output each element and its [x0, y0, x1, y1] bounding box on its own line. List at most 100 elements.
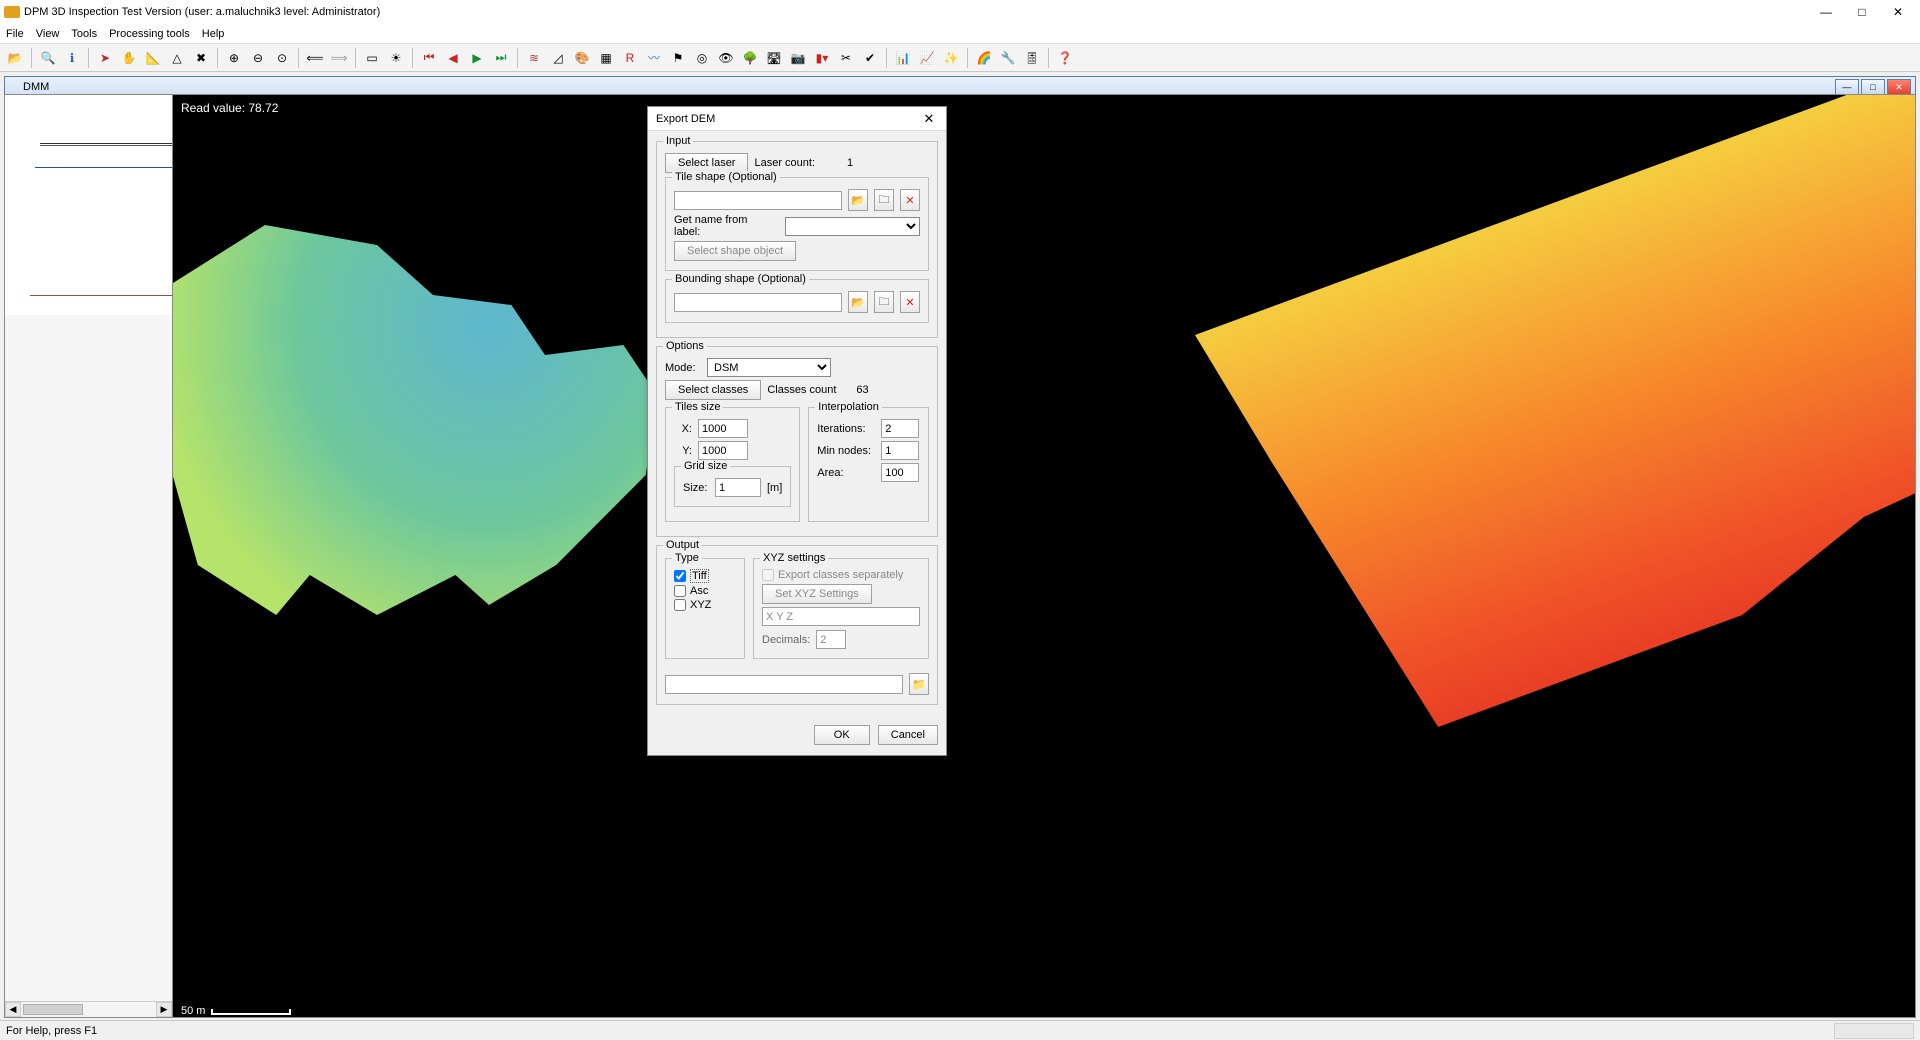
tile-shape-group-title: Tile shape (Optional) — [672, 171, 780, 183]
help-icon[interactable]: ❓ — [1054, 47, 1076, 69]
prev-icon[interactable]: ◀ — [442, 47, 464, 69]
angle-icon[interactable]: △ — [166, 47, 188, 69]
tile-shape-browse-icon[interactable]: 🗀 — [874, 189, 894, 211]
menu-help[interactable]: Help — [202, 28, 225, 40]
tree-icon[interactable]: 🌳 — [739, 47, 761, 69]
wrench-icon[interactable]: 🔧 — [997, 47, 1019, 69]
measure-icon[interactable]: 📐 — [142, 47, 164, 69]
xyz-settings-group-title: XYZ settings — [760, 552, 828, 564]
get-name-select[interactable] — [785, 217, 920, 236]
slope-icon[interactable]: ◿ — [547, 47, 569, 69]
min-nodes-input[interactable] — [881, 441, 919, 460]
bounding-shape-input[interactable] — [674, 293, 842, 312]
wand-icon[interactable]: ✨ — [940, 47, 962, 69]
grid-icon[interactable]: ▦ — [595, 47, 617, 69]
bounding-browse-icon[interactable]: 🗀 — [874, 291, 894, 313]
close-button[interactable]: ✕ — [1880, 2, 1916, 22]
road-icon[interactable]: 🛣 — [763, 47, 785, 69]
dialog-title-text: Export DEM — [656, 113, 715, 125]
iterations-label: Iterations: — [817, 423, 875, 435]
status-help-text: For Help, press F1 — [6, 1025, 97, 1037]
export-classes-checkbox — [762, 569, 774, 581]
subwindow-maximize-button[interactable]: □ — [1861, 79, 1885, 95]
select-classes-button[interactable]: Select classes — [665, 380, 761, 400]
zoom-fit-icon[interactable]: ⊙ — [271, 47, 293, 69]
marker-dropdown-icon[interactable]: ▮▾ — [811, 47, 833, 69]
iterations-input[interactable] — [881, 419, 919, 438]
export-classes-label: Export classes separately — [778, 569, 903, 581]
curve-icon[interactable]: 〰 — [643, 47, 665, 69]
next-icon[interactable]: ▶ — [466, 47, 488, 69]
back-icon[interactable]: ⟸ — [304, 47, 326, 69]
minimize-button[interactable]: — — [1808, 2, 1844, 22]
canvas[interactable]: Read value: 78.72 50 m — [173, 95, 1915, 1017]
type-asc-checkbox[interactable] — [674, 585, 686, 597]
horizontal-scrollbar[interactable]: ◀ ▶ — [5, 1001, 172, 1017]
set-xyz-settings-button[interactable]: Set XYZ Settings — [762, 584, 872, 604]
mode-select[interactable]: DSM — [707, 358, 831, 377]
select-laser-button[interactable]: Select laser — [665, 153, 748, 173]
maximize-button[interactable]: □ — [1844, 2, 1880, 22]
zoom-out-icon[interactable]: ⊖ — [247, 47, 269, 69]
tile-shape-clear-icon[interactable]: ✕ — [900, 189, 920, 211]
bounding-clear-icon[interactable]: ✕ — [900, 291, 920, 313]
scroll-right-icon[interactable]: ▶ — [156, 1002, 172, 1017]
grid-size-input[interactable] — [715, 478, 761, 497]
type-tiff-checkbox[interactable] — [674, 570, 686, 582]
dialog-titlebar: Export DEM ✕ — [648, 107, 946, 131]
profile-icon[interactable]: 📈 — [916, 47, 938, 69]
grid-size-group: Grid size Size: [m] — [674, 466, 791, 507]
input-group-title: Input — [663, 135, 693, 147]
menu-view[interactable]: View — [36, 28, 60, 40]
grid-size-group-title: Grid size — [681, 460, 730, 472]
tiles-y-input[interactable] — [698, 441, 748, 460]
brightness-icon[interactable]: ☀ — [385, 47, 407, 69]
adjust-icon[interactable]: 🎚 — [1021, 47, 1043, 69]
scrollbar-thumb[interactable] — [23, 1004, 83, 1015]
select-rect-icon[interactable]: ▭ — [361, 47, 383, 69]
menu-processing-tools[interactable]: Processing tools — [109, 28, 190, 40]
scissors-icon[interactable]: ✂ — [835, 47, 857, 69]
tile-shape-open-icon[interactable]: 📂 — [848, 189, 868, 211]
type-xyz-checkbox[interactable] — [674, 599, 686, 611]
zoom-in-icon[interactable]: ⊕ — [223, 47, 245, 69]
palette-icon[interactable]: 🎨 — [571, 47, 593, 69]
tile-shape-input[interactable] — [674, 191, 842, 210]
area-input[interactable] — [881, 463, 919, 482]
chart-icon[interactable]: 📊 — [892, 47, 914, 69]
menu-file[interactable]: File — [6, 28, 24, 40]
forward-icon[interactable]: ⟹ — [328, 47, 350, 69]
cross-icon[interactable]: ✖ — [190, 47, 212, 69]
output-group-title: Output — [663, 539, 702, 551]
output-path-input[interactable] — [665, 675, 903, 694]
select-shape-button[interactable]: Select shape object — [674, 241, 796, 261]
zoom-icon[interactable]: 🔍 — [37, 47, 59, 69]
check-icon[interactable]: ✔ — [859, 47, 881, 69]
subwindow-close-button[interactable]: ✕ — [1887, 79, 1911, 95]
menu-tools[interactable]: Tools — [71, 28, 97, 40]
eye-icon[interactable]: 👁 — [715, 47, 737, 69]
dialog-close-button[interactable]: ✕ — [920, 110, 938, 128]
pan-icon[interactable]: ✋ — [118, 47, 140, 69]
output-browse-icon[interactable]: 📁 — [909, 673, 929, 695]
cancel-button[interactable]: Cancel — [878, 725, 938, 745]
min-nodes-label: Min nodes: — [817, 445, 875, 457]
scroll-left-icon[interactable]: ◀ — [5, 1002, 21, 1017]
pointer-icon[interactable]: ➤ — [94, 47, 116, 69]
last-icon[interactable]: ⏭ — [490, 47, 512, 69]
stripes-icon[interactable]: 🌈 — [973, 47, 995, 69]
output-group: Output Type Tiff Asc XYZ — [656, 545, 938, 705]
rx-icon[interactable]: R — [619, 47, 641, 69]
camera-icon[interactable]: 📷 — [787, 47, 809, 69]
flag-icon[interactable]: ⚑ — [667, 47, 689, 69]
first-icon[interactable]: ⏮ — [418, 47, 440, 69]
bounding-open-icon[interactable]: 📂 — [848, 291, 868, 313]
info-icon[interactable]: ℹ — [61, 47, 83, 69]
subwindow-minimize-button[interactable]: — — [1835, 79, 1859, 95]
tiles-x-input[interactable] — [698, 419, 748, 438]
target-icon[interactable]: ◎ — [691, 47, 713, 69]
open-icon[interactable]: 📂 — [4, 47, 26, 69]
bounding-shape-group: Bounding shape (Optional) 📂 🗀 ✕ — [665, 279, 929, 323]
ok-button[interactable]: OK — [814, 725, 870, 745]
layers-icon[interactable]: ≋ — [523, 47, 545, 69]
